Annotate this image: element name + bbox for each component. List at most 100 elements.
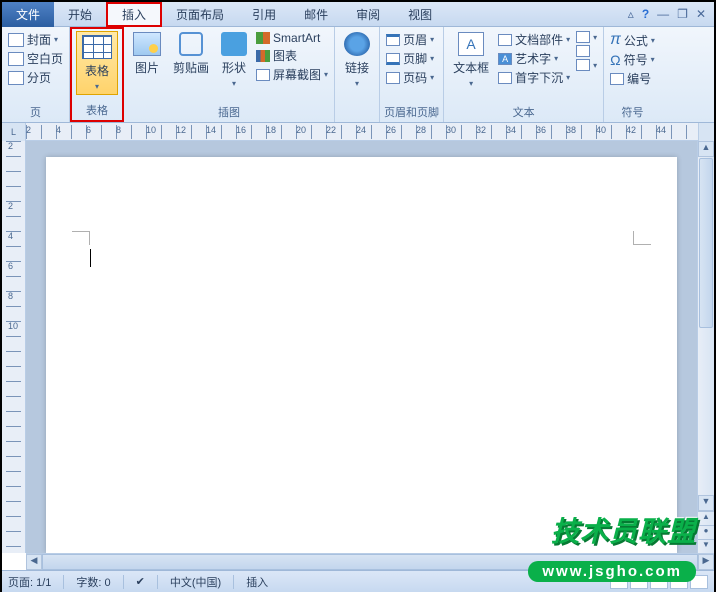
language-indicator[interactable]: 中文(中国) — [170, 574, 221, 590]
prev-page-icon[interactable]: ▲ — [698, 511, 714, 525]
chevron-down-icon: ▾ — [95, 82, 99, 91]
scroll-up-icon[interactable]: ▲ — [698, 141, 714, 157]
number-button[interactable]: 编号 — [610, 70, 655, 87]
wordart-icon: A — [498, 53, 512, 65]
signature-button[interactable]: ▾ — [576, 31, 597, 43]
chart-icon — [256, 50, 270, 62]
screenshot-button[interactable]: 屏幕截图▾ — [256, 66, 328, 83]
scroll-left-icon[interactable]: ◀ — [26, 554, 42, 570]
watermark-url: www.jsgho.com — [528, 561, 696, 582]
cover-icon — [8, 33, 24, 47]
smartart-icon — [256, 32, 270, 44]
group-illustrations: 图片 剪贴画 形状▾ SmartArt 图表 屏幕截图▾ 插图 — [124, 27, 335, 122]
picture-button[interactable]: 图片 — [128, 29, 166, 79]
tab-review[interactable]: 审阅 — [342, 2, 394, 27]
object-icon — [576, 59, 590, 71]
header-icon — [386, 34, 400, 46]
scroll-down-icon[interactable]: ▼ — [698, 495, 714, 511]
signature-icon — [576, 31, 590, 43]
text-cursor — [90, 249, 91, 267]
close-icon[interactable]: ✕ — [696, 7, 706, 21]
group-symbols: π公式▾ Ω符号▾ 编号 符号 — [604, 27, 661, 122]
workspace: 2246810 ▲ ▼ ▲ ● ▼ — [2, 141, 714, 553]
vertical-ruler[interactable]: 2246810 — [2, 141, 26, 553]
object-button[interactable]: ▾ — [576, 59, 597, 71]
picture-icon — [133, 32, 161, 56]
minimize-icon[interactable]: — — [657, 7, 669, 21]
group-links-label — [339, 119, 375, 122]
group-text-label: 文本 — [448, 103, 599, 122]
header-button[interactable]: 页眉▾ — [386, 31, 434, 48]
textbox-icon: A — [458, 32, 484, 56]
browse-object-icon[interactable]: ● — [698, 525, 714, 539]
page[interactable] — [46, 157, 677, 553]
proofing-icon[interactable]: ✔ — [136, 575, 145, 588]
group-table-label: 表格 — [76, 101, 118, 120]
watermark-text: 技术员联盟 — [551, 510, 696, 550]
group-text: A文本框▾ 文档部件▾ A艺术字▾ 首字下沉▾ ▾ ▾ 文本 — [444, 27, 604, 122]
blank-page-button[interactable]: 空白页 — [8, 50, 63, 67]
tab-view[interactable]: 视图 — [394, 2, 446, 27]
tab-home[interactable]: 开始 — [54, 2, 106, 27]
window-controls: ▵ ? — ❐ ✕ — [628, 7, 714, 21]
group-pages: 封面▾ 空白页 分页 页 — [2, 27, 70, 122]
vertical-scrollbar[interactable]: ▲ ▼ ▲ ● ▼ — [697, 141, 714, 553]
dropcap-button[interactable]: 首字下沉▾ — [498, 69, 570, 86]
tab-references[interactable]: 引用 — [238, 2, 290, 27]
textbox-button[interactable]: A文本框▾ — [448, 29, 494, 91]
blank-page-icon — [8, 52, 24, 66]
clipart-button[interactable]: 剪贴画 — [168, 29, 214, 79]
minimize-ribbon-icon[interactable]: ▵ — [628, 7, 634, 21]
equation-icon: π — [610, 31, 621, 49]
ruler-corner[interactable]: L — [2, 123, 26, 141]
symbol-icon: Ω — [610, 52, 620, 68]
page-number-icon — [386, 72, 400, 84]
group-header-footer-label: 页眉和页脚 — [384, 103, 439, 122]
group-header-footer: 页眉▾ 页脚▾ 页码▾ 页眉和页脚 — [380, 27, 444, 122]
horizontal-ruler[interactable]: L 24681012141618202224262830323436384042… — [2, 123, 714, 141]
margin-guide — [72, 231, 90, 245]
footer-icon — [386, 53, 400, 65]
group-illustrations-label: 插图 — [128, 103, 330, 122]
footer-button[interactable]: 页脚▾ — [386, 50, 434, 67]
word-count[interactable]: 字数: 0 — [76, 574, 110, 590]
group-pages-label: 页 — [6, 103, 65, 122]
dropcap-icon — [498, 72, 512, 84]
ruler-toggle-button[interactable] — [698, 123, 714, 141]
page-number-button[interactable]: 页码▾ — [386, 69, 434, 86]
tab-mailings[interactable]: 邮件 — [290, 2, 342, 27]
page-indicator[interactable]: 页面: 1/1 — [8, 574, 51, 590]
datetime-icon — [576, 45, 590, 57]
datetime-button[interactable] — [576, 45, 597, 57]
help-icon[interactable]: ? — [642, 7, 649, 21]
file-tab[interactable]: 文件 — [2, 2, 54, 27]
hyperlink-button[interactable]: 链接▾ — [339, 29, 375, 91]
scroll-right-icon[interactable]: ▶ — [698, 554, 714, 570]
insert-mode[interactable]: 插入 — [246, 574, 268, 590]
next-page-icon[interactable]: ▼ — [698, 539, 714, 553]
screenshot-icon — [256, 69, 270, 81]
smartart-button[interactable]: SmartArt — [256, 31, 328, 45]
equation-button[interactable]: π公式▾ — [610, 31, 655, 49]
clipart-icon — [179, 32, 203, 56]
tab-insert[interactable]: 插入 — [106, 2, 162, 27]
symbol-button[interactable]: Ω符号▾ — [610, 51, 655, 68]
wordart-button[interactable]: A艺术字▾ — [498, 50, 570, 67]
table-button[interactable]: 表格 ▾ — [76, 31, 118, 95]
shapes-icon — [221, 32, 247, 56]
number-icon — [610, 73, 624, 85]
scroll-thumb[interactable] — [699, 158, 713, 328]
shapes-button[interactable]: 形状▾ — [216, 29, 252, 91]
cover-page-button[interactable]: 封面▾ — [8, 31, 63, 48]
menu-bar: 文件 开始 插入 页面布局 引用 邮件 审阅 视图 ▵ ? — ❐ ✕ — [2, 2, 714, 27]
page-break-button[interactable]: 分页 — [8, 69, 63, 86]
page-break-icon — [8, 71, 24, 85]
chart-button[interactable]: 图表 — [256, 47, 328, 64]
document-area[interactable] — [26, 141, 697, 553]
quick-parts-icon — [498, 34, 512, 46]
tab-page-layout[interactable]: 页面布局 — [162, 2, 238, 27]
restore-icon[interactable]: ❐ — [677, 7, 688, 21]
ribbon: 封面▾ 空白页 分页 页 表格 ▾ 表格 图片 剪贴画 形状▾ SmartArt… — [2, 27, 714, 123]
link-icon — [344, 32, 370, 56]
quick-parts-button[interactable]: 文档部件▾ — [498, 31, 570, 48]
